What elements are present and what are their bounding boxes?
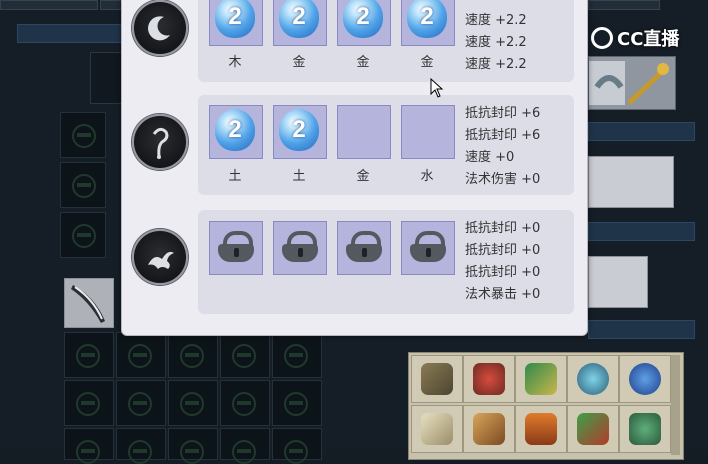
inventory-panel xyxy=(408,352,684,460)
locked-gem-slot[interactable] xyxy=(401,221,455,275)
element-label: 土 xyxy=(228,169,242,184)
left-header-bar xyxy=(17,24,122,43)
top-tab-mid[interactable] xyxy=(100,0,122,10)
inventory-slot[interactable] xyxy=(567,405,619,453)
left-portrait-box xyxy=(90,52,122,104)
bag-slot[interactable] xyxy=(64,428,114,464)
stat-line: 抵抗封印 +6 xyxy=(465,128,541,143)
bag-slot[interactable] xyxy=(168,380,218,426)
stat-line: 速度 +2.2 xyxy=(465,57,527,72)
scroll-icon xyxy=(421,413,453,445)
element-label: 金 xyxy=(292,55,306,70)
stat-line: 速度 +2.2 xyxy=(465,13,527,28)
inventory-slot[interactable] xyxy=(463,405,515,453)
bag-slot[interactable] xyxy=(220,332,270,378)
map-icon xyxy=(525,363,557,395)
arrow-icon xyxy=(421,363,453,395)
staff-icon xyxy=(589,61,669,105)
inventory-slot[interactable] xyxy=(515,405,567,453)
locked-gem-slot[interactable] xyxy=(337,221,391,275)
element-label: 金 xyxy=(356,169,370,184)
gem-slot[interactable]: 2 xyxy=(209,0,263,46)
hook-icon[interactable] xyxy=(132,114,188,170)
bag-slot[interactable] xyxy=(64,332,114,378)
crescent-moon-icon[interactable] xyxy=(132,0,188,56)
stat-line: 抵抗封印 +0 xyxy=(465,243,541,258)
gem-slot[interactable]: 2 xyxy=(273,105,327,159)
element-label: 金 xyxy=(420,55,434,70)
element-label: 水 xyxy=(420,169,434,184)
bag-slot[interactable] xyxy=(168,428,218,464)
bag-slot[interactable] xyxy=(220,428,270,464)
dragon-icon[interactable] xyxy=(132,229,188,285)
gem-slot[interactable]: 2 xyxy=(401,0,455,46)
bag-slot[interactable] xyxy=(272,332,322,378)
gem-slot[interactable]: 2 xyxy=(337,0,391,46)
top-tab-right[interactable] xyxy=(588,0,660,10)
empty-gem-slot[interactable] xyxy=(337,105,391,159)
element-label: 土 xyxy=(292,169,306,184)
bag-slot[interactable] xyxy=(272,380,322,426)
book-icon xyxy=(473,413,505,445)
stat-line: 速度 +0 xyxy=(465,150,515,165)
inventory-slot[interactable] xyxy=(619,355,671,403)
stat-line: 抵抗封印 +6 xyxy=(465,106,541,121)
top-tab-left[interactable] xyxy=(0,0,98,10)
bag-slot[interactable] xyxy=(116,428,166,464)
inventory-slot[interactable] xyxy=(411,405,463,453)
stat-line: 法术伤害 +0 xyxy=(465,172,541,187)
cc-logo-icon xyxy=(591,27,613,49)
inventory-slot[interactable] xyxy=(567,355,619,403)
stat-line: 抵抗封印 +0 xyxy=(465,265,541,280)
stat-line: 抵抗封印 +0 xyxy=(465,221,541,236)
element-label: 金 xyxy=(356,55,370,70)
gem-slot[interactable]: 2 xyxy=(273,0,327,46)
sword-icon xyxy=(71,285,105,323)
equip-slot-2[interactable] xyxy=(60,162,106,208)
stat-line: 速度 +2.2 xyxy=(465,35,527,50)
bag-slot[interactable] xyxy=(220,380,270,426)
inventory-scrollbar[interactable] xyxy=(671,355,680,455)
stat-line: 法术暴击 +0 xyxy=(465,287,541,302)
inventory-slot[interactable] xyxy=(619,405,671,453)
shield-icon xyxy=(629,363,661,395)
right-preview-box-2 xyxy=(588,256,648,308)
locked-gem-slot[interactable] xyxy=(209,221,263,275)
cauldron-icon xyxy=(629,413,661,445)
inventory-slot[interactable] xyxy=(463,355,515,403)
locked-gem-slot[interactable] xyxy=(273,221,327,275)
orb-icon xyxy=(577,363,609,395)
inventory-slot[interactable] xyxy=(411,355,463,403)
fan-icon xyxy=(577,413,609,445)
right-item-panel xyxy=(588,56,676,110)
mouse-cursor-icon xyxy=(430,78,444,98)
inventory-slot[interactable] xyxy=(515,355,567,403)
empty-gem-slot[interactable] xyxy=(401,105,455,159)
watermark: CC直播 xyxy=(591,25,679,51)
pagoda-icon xyxy=(525,413,557,445)
watermark-brand: CC直播 xyxy=(617,29,680,50)
equip-slot-1[interactable] xyxy=(60,112,106,158)
bag-slot[interactable] xyxy=(168,332,218,378)
right-header-bar-3 xyxy=(588,320,695,339)
bag-slot[interactable] xyxy=(116,380,166,426)
bag-slot[interactable] xyxy=(116,332,166,378)
weapon-slot[interactable] xyxy=(64,278,114,328)
gem-slot[interactable]: 2 xyxy=(209,105,263,159)
element-label: 木 xyxy=(228,55,242,70)
equip-slot-3[interactable] xyxy=(60,212,106,258)
bag-slot[interactable] xyxy=(272,428,322,464)
right-header-bar-2 xyxy=(588,222,695,241)
bag-slot[interactable] xyxy=(64,380,114,426)
doll-icon xyxy=(473,363,505,395)
right-header-bar-1 xyxy=(588,122,695,141)
right-preview-box-1 xyxy=(588,156,674,208)
